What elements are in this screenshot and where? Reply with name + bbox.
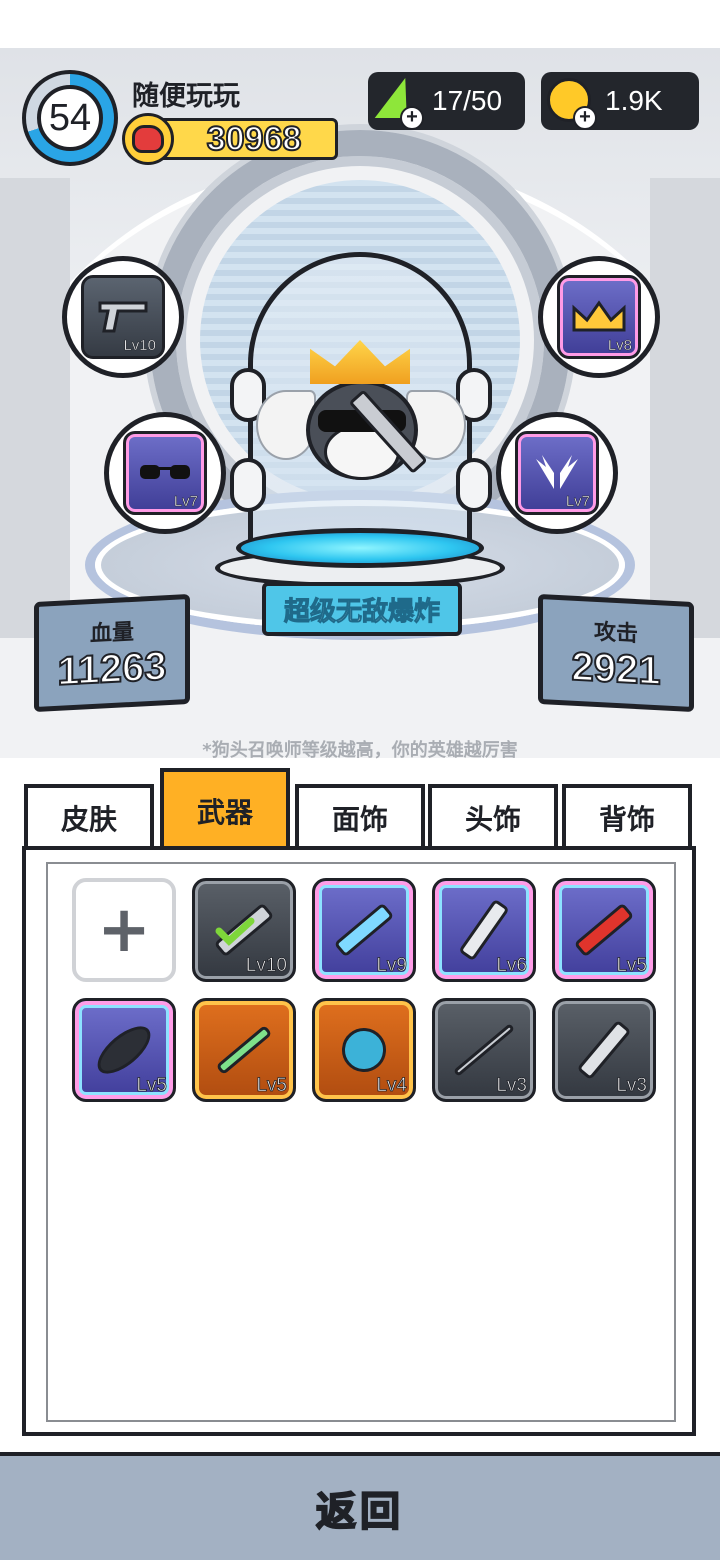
item-level: Lv3 [496,1075,527,1097]
add-icon: + [97,893,151,967]
equip-level: Lv8 [607,337,633,355]
summoner-hint: *狗头召唤师等级越高，你的英雄越厉害 [202,740,518,761]
tab-face[interactable]: 面饰 [295,784,425,848]
energy-value: 17/50 [432,85,503,116]
dome-clamp [456,458,492,512]
sabre-icon [576,1019,632,1081]
add-item-button[interactable]: + [72,878,176,982]
item-level: Lv4 [376,1075,407,1097]
energy-bolt-icon: + [372,76,424,130]
item-level: Lv5 [136,1075,167,1097]
energy-counter[interactable]: + 17/50 [368,72,525,130]
inventory-item[interactable]: Lv10 [192,878,296,982]
footer-bar: 返回 [0,1452,720,1560]
gold-counter[interactable]: + 1.9K [541,72,699,130]
dome-base-light [236,528,484,568]
inventory-item[interactable]: Lv5 [192,998,296,1102]
tab-back[interactable]: 背饰 [562,784,692,848]
sunglasses-icon [140,465,190,479]
attack-label: 攻击 [593,619,638,647]
pistol-icon [98,301,148,333]
left-pillar [0,178,70,638]
equip-level: Lv7 [565,493,591,511]
hero-character[interactable] [256,340,466,490]
inventory-item[interactable]: Lv9 [312,878,416,982]
hp-label: 血量 [89,619,134,647]
hp-stat: 血量 11263 [34,593,190,713]
item-level: Lv5 [616,955,647,977]
item-level: Lv5 [256,1075,287,1097]
attack-stat: 攻击 2921 [538,593,694,713]
player-name: 随便玩玩 [132,81,240,112]
equip-slot-weapon[interactable]: Lv10 [62,256,184,378]
equip-level: Lv7 [173,493,199,511]
equipped-check-icon [215,917,255,946]
frying-pan-icon [89,1017,159,1083]
gourd-icon [333,1019,395,1081]
item-level: Lv10 [245,955,287,977]
right-pillar [650,178,720,638]
plus-icon: + [573,106,597,130]
power-value: 30968 [150,118,338,160]
item-level: Lv9 [376,955,407,977]
tab-skin[interactable]: 皮肤 [24,784,154,848]
syringe-icon [215,1024,273,1076]
boxing-glove-icon [122,113,174,165]
equip-slot-back[interactable]: Lv7 [496,412,618,534]
inventory-item[interactable]: Lv3 [432,998,536,1102]
coin-icon: + [545,76,597,130]
inventory-item[interactable]: Lv5 [552,878,656,982]
spear-icon [453,1023,515,1077]
player-level-badge[interactable]: 54 [22,70,118,166]
item-level: Lv6 [496,955,527,977]
blade-icon [458,898,510,962]
equip-slot-head[interactable]: Lv8 [538,256,660,378]
inventory-item[interactable]: Lv6 [432,878,536,982]
crown-icon [310,340,410,384]
attack-value: 2921 [571,643,662,694]
gold-value: 1.9K [605,85,663,116]
plus-icon: + [400,106,424,130]
inventory-panel: + Lv10 Lv9 Lv6 Lv5 Lv5 Lv5 Lv4 Lv3 Lv3 [22,846,696,1436]
tab-head[interactable]: 头饰 [428,784,558,848]
tab-weapon[interactable]: 武器 [160,768,290,850]
inventory-grid: + Lv10 Lv9 Lv6 Lv5 Lv5 Lv5 Lv4 Lv3 Lv3 [46,862,676,1422]
red-sword-icon [573,902,635,958]
surfboard-icon [333,902,395,958]
inventory-item[interactable]: Lv4 [312,998,416,1102]
inventory-item[interactable]: Lv3 [552,998,656,1102]
back-button[interactable]: 返回 [315,1479,404,1537]
crown-icon [572,300,626,332]
hero-title: 超级无敌爆炸 [262,582,462,636]
dome-clamp [230,458,266,512]
equip-level: Lv10 [123,337,156,355]
item-level: Lv3 [616,1075,647,1097]
hp-value: 11263 [56,643,167,695]
inventory-item[interactable]: Lv5 [72,998,176,1102]
wings-icon [536,455,578,489]
category-tabs: 皮肤 武器 面饰 头饰 背饰 [24,768,696,850]
player-level: 54 [37,85,103,151]
equip-slot-face[interactable]: Lv7 [104,412,226,534]
